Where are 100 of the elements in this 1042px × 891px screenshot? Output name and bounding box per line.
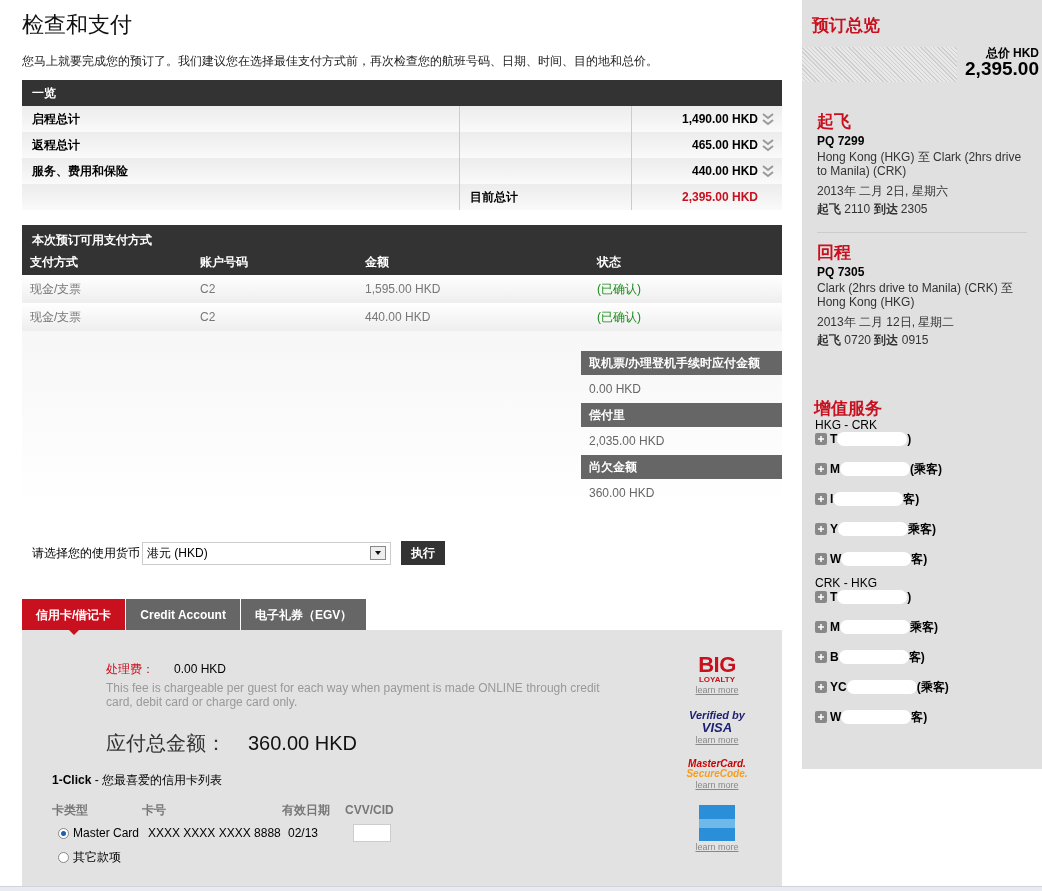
total-due-label: 应付总金额： <box>106 731 226 755</box>
flight-route: Clark (2hrs drive to Manila) (CRK) 至 Hong Kong (HKG) <box>817 280 1015 309</box>
redaction-mark <box>841 551 912 566</box>
loyalty-logo: BIG LOYALTY <box>698 654 736 684</box>
departure-label: 起飞 <box>817 201 841 216</box>
learn-more-link[interactable]: learn more <box>695 840 739 854</box>
payment-tab[interactable]: Credit Account <box>126 599 240 630</box>
flight-heading: 回程 <box>817 242 852 263</box>
flight-number: PQ 7305 <box>817 263 866 281</box>
passenger-name-end: (乘客) <box>910 460 942 478</box>
expand-icon[interactable] <box>815 710 827 723</box>
summary-amount: 440.00 HKD <box>691 163 758 180</box>
expand-icon[interactable] <box>815 492 827 505</box>
payments-header: 本次预订可用支付方式 <box>22 225 782 249</box>
due-header: 取机票/办理登机手续时应付金额 <box>581 351 782 375</box>
passenger-name-end: ) <box>907 430 912 448</box>
total-currency: HKD <box>1013 45 1039 60</box>
expand-icon[interactable] <box>815 522 827 535</box>
card-radio[interactable]: Master Card <box>58 824 146 842</box>
arrival-time: 0915 <box>901 332 929 347</box>
table-cell-text: (已确认) <box>597 281 642 298</box>
passenger-name-end: 客) <box>908 648 925 666</box>
segment-route: CRK - HKG <box>815 576 878 589</box>
summary-amount: 1,490.00 HKD <box>681 111 758 128</box>
arrival-time: 2305 <box>900 201 928 216</box>
total-price: 2,395.00 <box>965 58 1039 78</box>
expand-icon[interactable] <box>815 680 827 693</box>
redaction-mark <box>837 431 908 446</box>
table-cell-text: C2 <box>200 281 217 298</box>
passenger-name-start: W <box>830 708 842 726</box>
column-header: 支付方式 <box>30 254 79 271</box>
expand-icon[interactable] <box>815 552 827 565</box>
passenger-name-start: T <box>830 588 838 606</box>
departure-label: 起飞 <box>817 332 841 347</box>
arrival-label: 到达 <box>873 201 898 216</box>
passenger-name-start: M <box>830 618 840 636</box>
column-header: 有效日期 <box>282 802 331 819</box>
learn-more-link[interactable]: learn more <box>695 733 739 747</box>
learn-more-link[interactable]: learn more <box>695 779 739 793</box>
card-radio[interactable]: 其它款项 <box>58 848 146 866</box>
redaction-mark <box>840 461 910 476</box>
expand-icon[interactable] <box>815 462 827 475</box>
passenger-name-end: 客) <box>911 708 928 726</box>
card-expiry: 02/13 <box>288 825 320 842</box>
expand-icon[interactable] <box>815 590 827 603</box>
intro-text: 您马上就要完成您的预订了。我们建议您在选择最佳支付方式前，再次检查您的航班号码、日期、时间、目的地和总价。 <box>22 53 659 70</box>
table-cell-text: (已确认) <box>597 309 642 326</box>
expand-icon[interactable] <box>815 432 827 445</box>
passenger-name-end: 客) <box>911 550 928 568</box>
redaction-mark <box>833 491 904 506</box>
sidebar-title: 预订总览 <box>810 15 881 37</box>
segment-route: HKG - CRK <box>815 418 878 431</box>
table-cell-text: 现金/支票 <box>30 309 83 326</box>
redaction-mark <box>838 521 908 536</box>
services-title: 增值服务 <box>814 398 883 419</box>
redaction-mark <box>841 709 912 724</box>
summary-label: 返程总计 <box>31 137 81 154</box>
fee-label: 处理费： <box>106 661 154 678</box>
passenger-name-start: B <box>830 648 839 666</box>
fee-value: 0.00 HKD <box>174 661 227 678</box>
total-amount: 2,395.00 HKD <box>681 189 758 206</box>
expand-icon[interactable] <box>815 650 827 663</box>
due-value: 2,035.00 HKD <box>588 433 666 450</box>
passenger-name-end: ) <box>907 588 912 606</box>
departure-time: 2110 <box>844 201 871 216</box>
arrival-label: 到达 <box>874 332 899 347</box>
payment-tab[interactable]: 电子礼券（EGV） <box>240 599 367 630</box>
passenger-name-start: YC <box>830 678 847 696</box>
learn-more-link[interactable]: learn more <box>695 684 739 698</box>
execute-button[interactable]: 执行 <box>401 541 445 565</box>
column-header: 状态 <box>597 254 622 271</box>
double-chevron-icon[interactable] <box>762 112 774 126</box>
redaction-mark <box>840 619 910 634</box>
double-chevron-icon[interactable] <box>762 164 774 178</box>
redaction-mark <box>838 649 909 664</box>
table-cell-text: C2 <box>200 309 217 326</box>
currency-label: 请选择您的使用货币 <box>32 545 140 562</box>
table-cell-text: 1,595.00 HKD <box>365 281 442 298</box>
page-title: 检查和支付 <box>22 14 133 36</box>
due-header: 偿付里 <box>581 403 782 427</box>
total-label: 目前总计 <box>470 189 518 206</box>
expand-icon[interactable] <box>815 620 827 633</box>
departure-time: 0720 <box>844 332 872 347</box>
flight-route: Hong Kong (HKG) 至 Clark (2hrs drive to Manila) (CRK) <box>817 149 1023 178</box>
passenger-name-start: Y <box>830 520 838 538</box>
passenger-name-start: M <box>830 460 840 478</box>
mastercard-logo: MasterCard. SecureCode. <box>686 759 748 779</box>
passenger-name-end: 客) <box>903 490 920 508</box>
total-price-label: 总价 <box>985 45 1010 60</box>
cvv-field[interactable] <box>353 824 391 842</box>
summary-amount: 465.00 HKD <box>691 137 758 154</box>
flight-number: PQ 7299 <box>817 132 866 150</box>
column-header: CVV/CID <box>345 802 394 819</box>
card-number: XXXX XXXX XXXX 8888 <box>148 825 282 842</box>
summary-label: 启程总计 <box>31 111 81 128</box>
flight-date: 2013年 二月 12日, 星期二 <box>817 313 956 331</box>
currency-select[interactable]: 港元 (HKD) <box>142 541 391 565</box>
column-header: 金额 <box>365 254 390 271</box>
passenger-name-start: W <box>830 550 842 568</box>
double-chevron-icon[interactable] <box>762 138 774 152</box>
